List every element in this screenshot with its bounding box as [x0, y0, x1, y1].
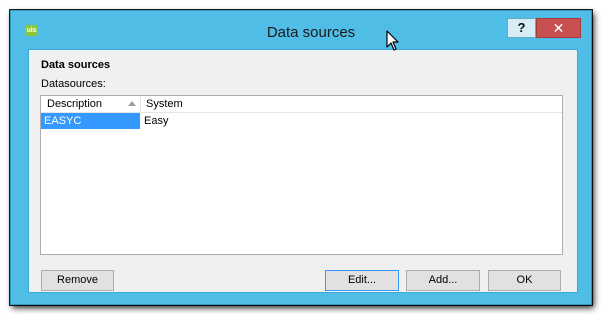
cell-description: EASYC — [41, 113, 140, 129]
column-header-label: Description — [47, 98, 103, 110]
mouse-cursor-icon — [386, 30, 399, 51]
column-header-system[interactable]: System — [141, 96, 562, 112]
window-title: Data sources — [266, 24, 356, 41]
close-button[interactable]: ✕ — [536, 18, 581, 38]
list-header: Description System — [41, 96, 562, 113]
cell-system: Easy — [144, 115, 169, 127]
sort-ascending-icon — [128, 101, 136, 106]
table-row[interactable]: EASYC Easy — [41, 113, 562, 129]
dialog-client-area: Data sources Datasources: Description Sy… — [28, 49, 578, 293]
add-button[interactable]: Add... — [406, 270, 480, 291]
app-icon: uis — [25, 25, 38, 36]
remove-button[interactable]: Remove — [41, 270, 114, 291]
datasources-label: Datasources: — [41, 78, 106, 90]
edit-button[interactable]: Edit... — [325, 270, 399, 291]
section-title: Data sources — [41, 59, 111, 71]
close-icon: ✕ — [552, 20, 565, 36]
datasources-list[interactable]: Description System EASYC Easy — [40, 95, 563, 255]
ok-button[interactable]: OK — [488, 270, 561, 291]
help-button[interactable]: ? — [507, 18, 536, 38]
column-header-label: System — [146, 98, 183, 110]
dialog-window: uis Data sources ? ✕ Data sources Dataso… — [10, 10, 592, 305]
column-header-description[interactable]: Description — [41, 96, 141, 112]
